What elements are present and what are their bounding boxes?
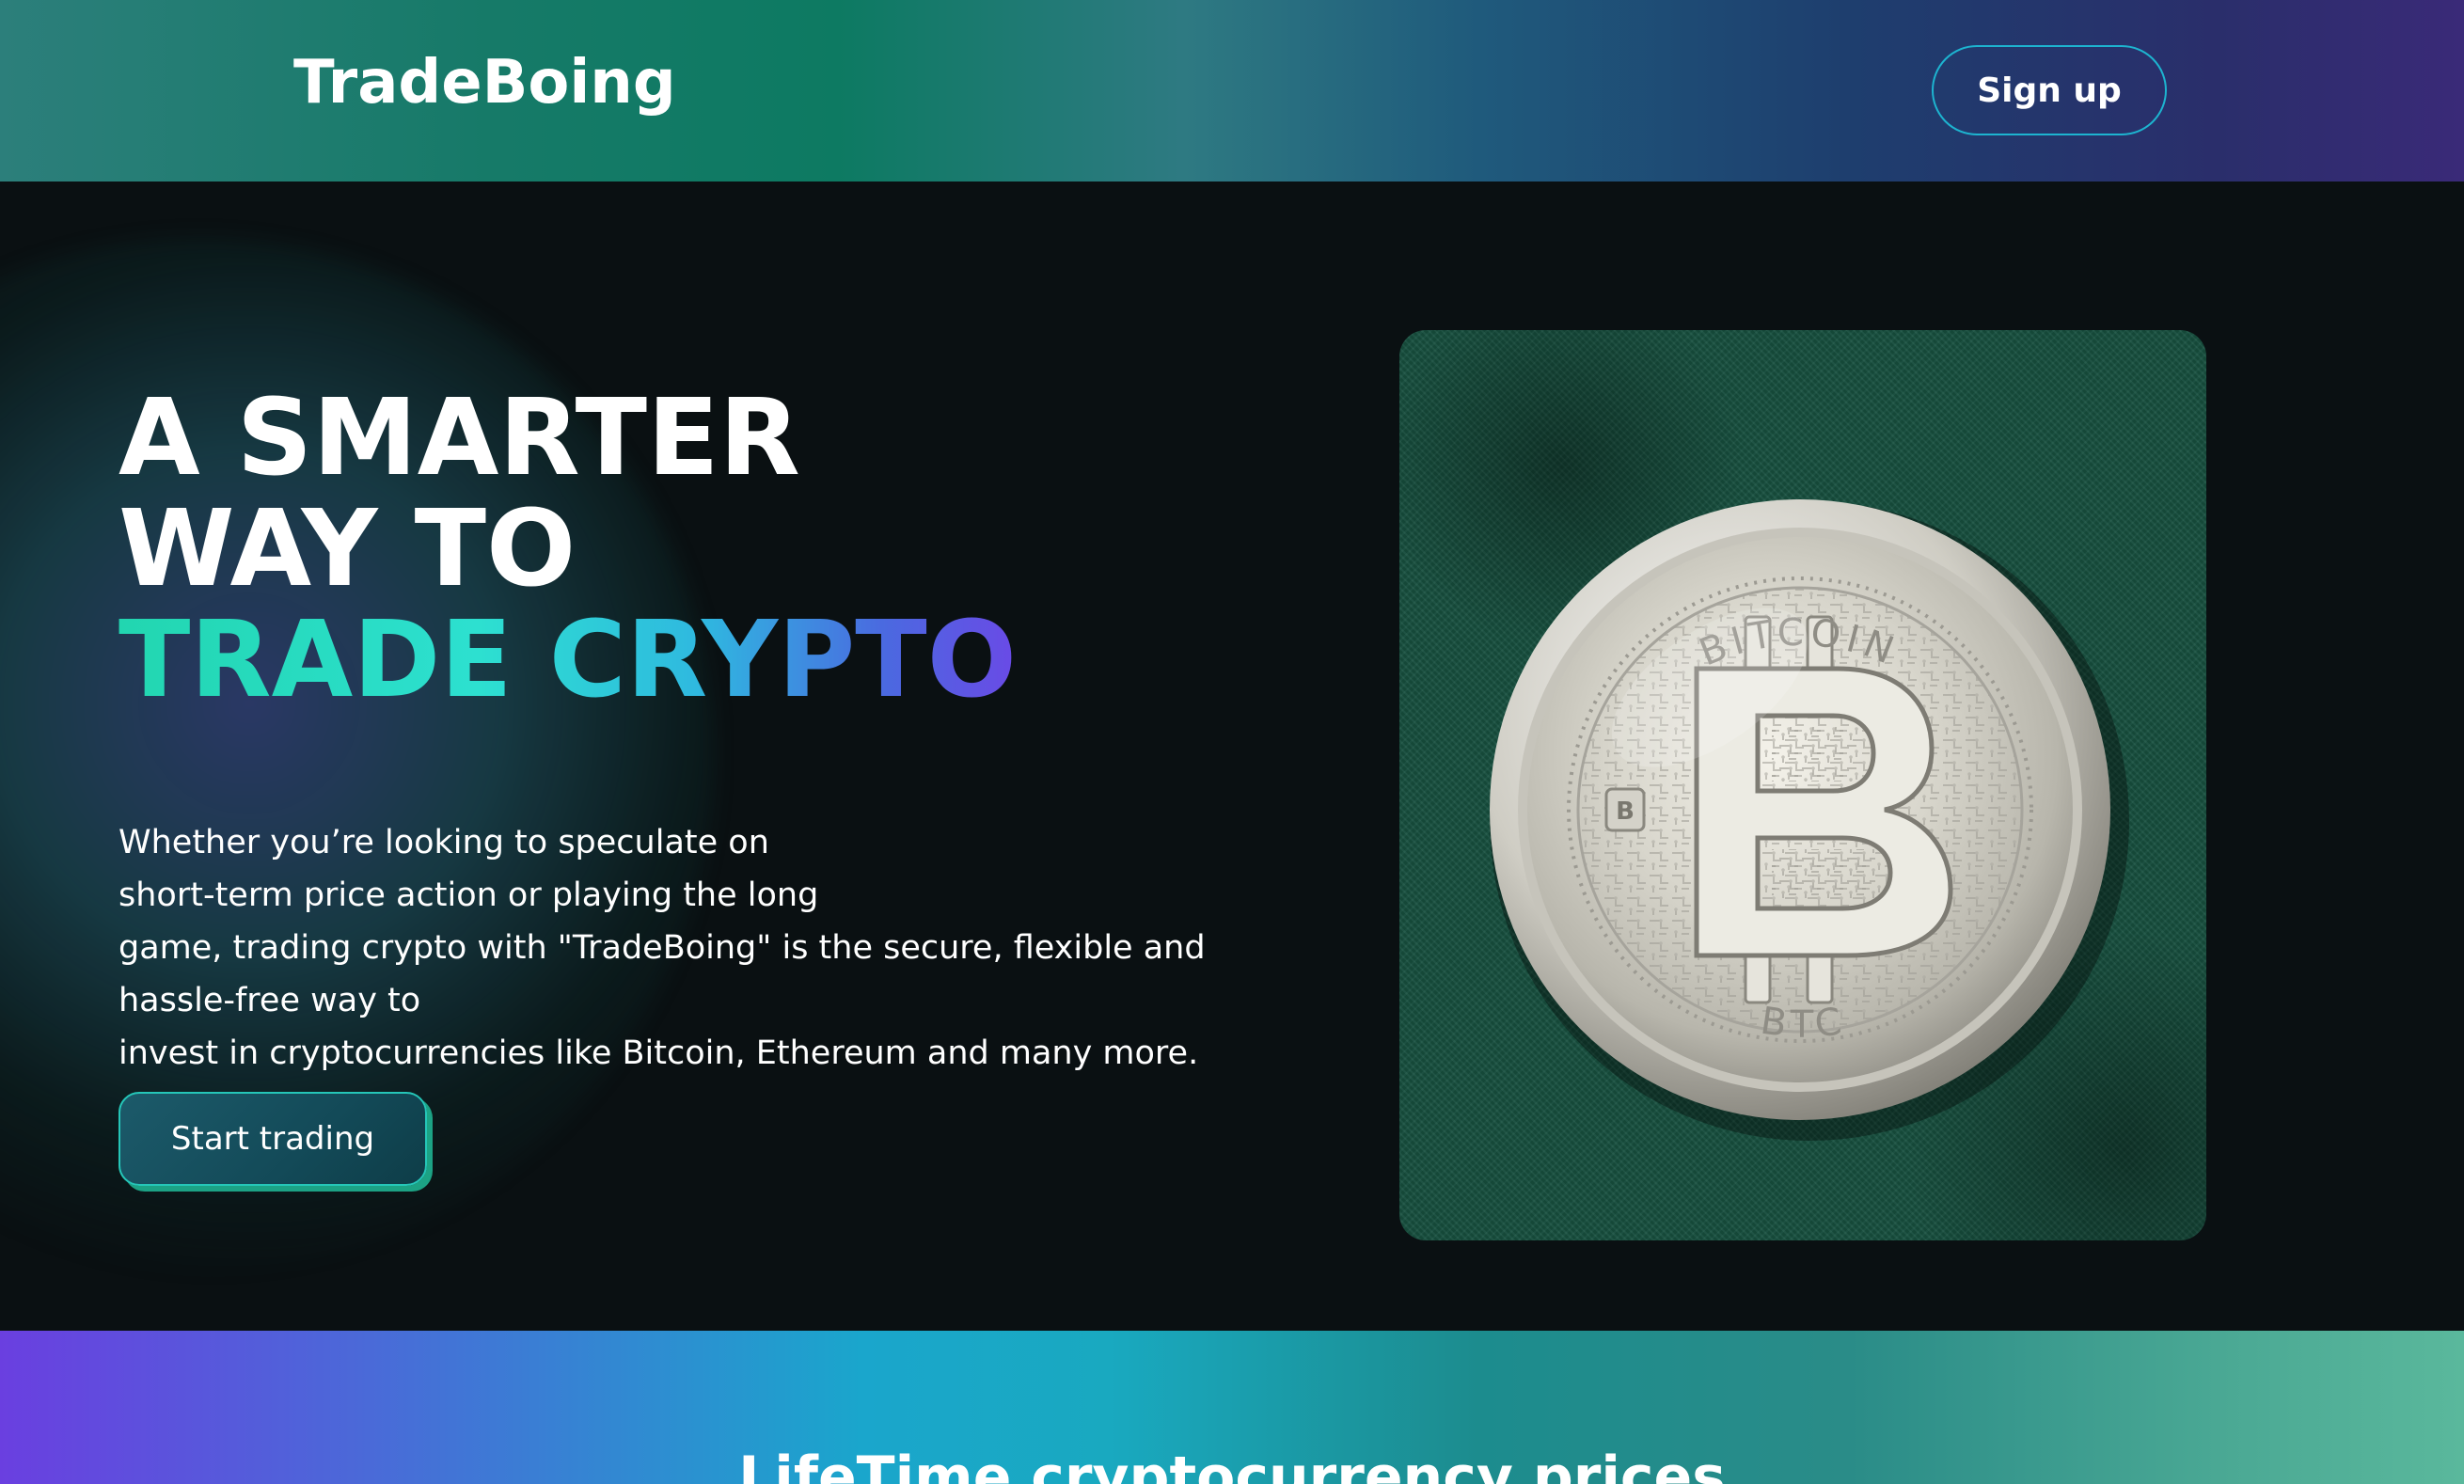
description-line: short-term price action or playing the l… — [118, 876, 819, 914]
coin-bottom-text: BTC — [1758, 999, 1844, 1046]
headline-line-2: WAY TO — [118, 488, 577, 610]
description-line: game, trading crypto with "TradeBoing" i… — [118, 929, 1206, 967]
description-line: invest in cryptocurrencies like Bitcoin,… — [118, 1034, 1199, 1072]
signup-button[interactable]: Sign up — [1932, 45, 2167, 135]
description-line: hassle-free way to — [118, 982, 421, 1019]
bitcoin-coin-icon: B BITCOIN BTC — [1490, 499, 2129, 1141]
prices-banner: LifeTime cryptocurrency prices — [0, 1331, 2464, 1484]
brand-logo[interactable]: TradeBoing — [293, 53, 676, 113]
hero-headline: A SMARTER WAY TO TRADE CRYPTO — [118, 383, 1017, 716]
bitcoin-coin-image: B BITCOIN BTC — [1399, 330, 2206, 1240]
svg-text:BTC: BTC — [1758, 999, 1850, 1046]
hero-description: Whether you’re looking to speculate on s… — [118, 816, 1228, 1080]
start-trading-button[interactable]: Start trading — [118, 1092, 427, 1186]
headline-line-3-gradient: TRADE CRYPTO — [118, 599, 1017, 721]
prices-banner-title: LifeTime cryptocurrency prices — [738, 1444, 1726, 1484]
hero-section: A SMARTER WAY TO TRADE CRYPTO Whether yo… — [0, 182, 2464, 1331]
description-line: Whether you’re looking to speculate on — [118, 824, 769, 861]
top-navbar: TradeBoing Sign up — [0, 0, 2464, 182]
svg-text:B: B — [1616, 797, 1635, 826]
headline-line-1: A SMARTER — [118, 377, 800, 499]
